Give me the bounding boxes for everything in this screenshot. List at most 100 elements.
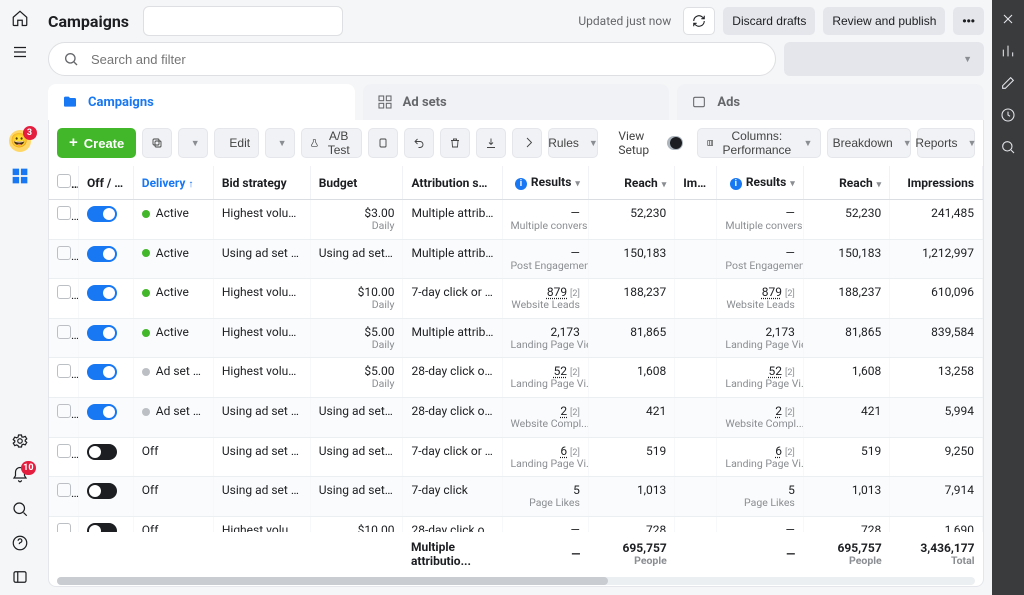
totals-results-2: —: [717, 531, 803, 576]
col-reach-2[interactable]: Reach▾: [803, 166, 889, 200]
columns-dropdown[interactable]: Columns: Performance▼: [697, 128, 822, 158]
table-header-row: Off / On Delivery ↑ Bid strategy Budget …: [49, 166, 983, 200]
table-row[interactable]: Ad set offHighest volume$5.00Daily28-day…: [49, 358, 983, 398]
refresh-button[interactable]: [683, 7, 715, 35]
tab-adsets[interactable]: Ad sets: [363, 84, 670, 120]
row-delivery: Off: [133, 477, 213, 517]
row-results-2: 52 [2]Landing Page Vi...: [717, 358, 803, 398]
col-impressions[interactable]: Impressions: [890, 166, 983, 200]
delete-button[interactable]: [440, 128, 470, 158]
discard-drafts-button[interactable]: Discard drafts: [723, 7, 815, 35]
notifications-bell-icon[interactable]: 10: [10, 465, 30, 485]
duplicate-button[interactable]: [142, 128, 172, 158]
search-filter-bar[interactable]: [48, 42, 776, 76]
row-checkbox[interactable]: [49, 239, 79, 279]
row-checkbox[interactable]: [49, 477, 79, 517]
row-budget: Using ad set bu...: [310, 477, 403, 517]
home-icon[interactable]: [10, 8, 30, 28]
zoom-icon[interactable]: [999, 138, 1017, 156]
table-row[interactable]: OffUsing ad set bid...Using ad set bu...…: [49, 477, 983, 517]
edit-pencil-icon[interactable]: [999, 74, 1017, 92]
row-results: 879 [2]Website Leads: [502, 279, 588, 319]
col-bid[interactable]: Bid strategy: [213, 166, 310, 200]
row-results-2: 5Page Likes: [717, 477, 803, 517]
right-tool-rail: [992, 0, 1024, 595]
table-row[interactable]: ActiveUsing ad set bid...Using ad set bu…: [49, 239, 983, 279]
row-impressions: 9,250: [890, 437, 983, 477]
undo-button[interactable]: [404, 128, 434, 158]
search-icon[interactable]: [10, 499, 30, 519]
history-clock-icon[interactable]: [999, 106, 1017, 124]
rules-dropdown[interactable]: Rules▼: [548, 128, 599, 158]
row-results: 2,173Landing Page Views: [502, 318, 588, 358]
review-publish-button[interactable]: Review and publish: [823, 7, 945, 35]
reports-dropdown[interactable]: Reports▼: [917, 128, 975, 158]
edit-button[interactable]: Edit: [214, 128, 259, 158]
tag-button[interactable]: [512, 128, 542, 158]
menu-icon[interactable]: [10, 42, 30, 62]
row-toggle[interactable]: [79, 437, 134, 477]
row-delivery: Active: [133, 318, 213, 358]
col-reach[interactable]: Reach▾: [588, 166, 674, 200]
row-reach-2: 1,608: [803, 358, 889, 398]
breakdown-dropdown[interactable]: Breakdown▼: [827, 128, 910, 158]
copy-button[interactable]: [368, 128, 398, 158]
row-delivery: Active: [133, 200, 213, 240]
row-toggle[interactable]: [79, 279, 134, 319]
row-checkbox[interactable]: [49, 318, 79, 358]
search-input[interactable]: [89, 51, 761, 68]
table-row[interactable]: ActiveHighest volume$3.00DailyMultiple a…: [49, 200, 983, 240]
table-row[interactable]: ActiveHighest volume$10.00Daily7-day cli…: [49, 279, 983, 319]
horizontal-scrollbar[interactable]: [57, 576, 975, 586]
col-budget[interactable]: Budget: [310, 166, 403, 200]
row-bid: Highest volume: [213, 318, 310, 358]
table-row[interactable]: ActiveHighest volume$5.00DailyMultiple a…: [49, 318, 983, 358]
col-results[interactable]: iResults▾: [502, 166, 588, 200]
account-selector[interactable]: [143, 6, 343, 36]
close-icon[interactable]: [999, 10, 1017, 28]
export-button[interactable]: [476, 128, 506, 158]
ads-manager-grid-icon[interactable]: [10, 166, 30, 186]
row-impressions: 241,485: [890, 200, 983, 240]
table-row[interactable]: Ad set offUsing ad set bid...Using ad se…: [49, 397, 983, 437]
charts-icon[interactable]: [999, 42, 1017, 60]
row-toggle[interactable]: [79, 397, 134, 437]
row-checkbox[interactable]: [49, 358, 79, 398]
col-off-on[interactable]: Off / On: [79, 166, 134, 200]
more-actions-button[interactable]: •••: [953, 7, 984, 35]
tab-ads-label: Ads: [717, 95, 740, 110]
row-checkbox[interactable]: [49, 437, 79, 477]
table-row[interactable]: OffUsing ad set bid...Using ad set bu...…: [49, 437, 983, 477]
tab-campaigns[interactable]: Campaigns: [48, 84, 355, 120]
edit-dropdown[interactable]: ▼: [265, 128, 295, 158]
row-checkbox[interactable]: [49, 397, 79, 437]
col-delivery[interactable]: Delivery ↑: [133, 166, 213, 200]
tab-ads[interactable]: Ads: [677, 84, 984, 120]
col-impr-partial[interactable]: Impre: [675, 166, 717, 200]
account-avatar-icon[interactable]: 😀3: [9, 130, 31, 152]
row-toggle[interactable]: [79, 318, 134, 358]
filter-preset-dropdown[interactable]: ▼: [784, 42, 984, 76]
help-icon[interactable]: [10, 533, 30, 553]
create-button[interactable]: +Create: [57, 128, 136, 158]
folder-icon: [62, 94, 78, 110]
duplicate-dropdown[interactable]: ▼: [178, 128, 208, 158]
page-title: Campaigns: [48, 12, 129, 31]
row-budget: Using ad set bu...: [310, 437, 403, 477]
view-setup-toggle[interactable]: View Setup: [610, 128, 690, 158]
row-toggle[interactable]: [79, 200, 134, 240]
row-reach: 1,608: [588, 358, 674, 398]
row-toggle[interactable]: [79, 239, 134, 279]
collapse-panel-icon[interactable]: [10, 567, 30, 587]
col-attribution[interactable]: Attribution setting: [403, 166, 502, 200]
row-bid: Using ad set bid...: [213, 477, 310, 517]
settings-gear-icon[interactable]: [10, 431, 30, 451]
row-checkbox[interactable]: [49, 200, 79, 240]
row-checkbox[interactable]: [49, 279, 79, 319]
col-checkbox[interactable]: [49, 166, 79, 200]
row-toggle[interactable]: [79, 358, 134, 398]
col-results-2[interactable]: iResults▾: [717, 166, 803, 200]
ab-test-button[interactable]: A/B Test: [301, 128, 362, 158]
data-table-scroll[interactable]: Off / On Delivery ↑ Bid strategy Budget …: [49, 166, 983, 576]
row-toggle[interactable]: [79, 477, 134, 517]
